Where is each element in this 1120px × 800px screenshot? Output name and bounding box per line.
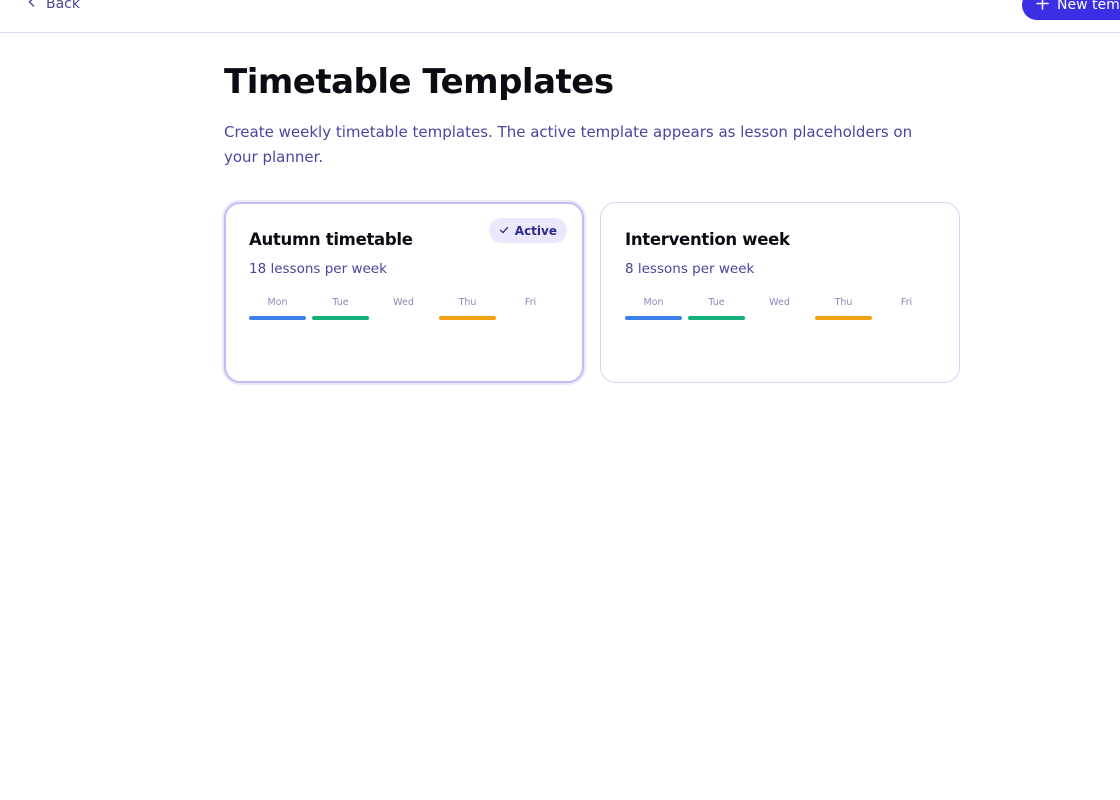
- day-label: Mon: [643, 297, 664, 308]
- day-label: Tue: [332, 297, 349, 308]
- top-bar: Back New template: [0, 0, 1120, 33]
- day-tue: Tue: [688, 297, 745, 320]
- check-icon: [499, 224, 509, 238]
- day-fri: Fri: [502, 297, 559, 309]
- chevron-left-icon: [26, 0, 38, 12]
- template-card-autumn[interactable]: Autumn timetable Active 18 lessons per w…: [224, 202, 584, 383]
- day-wed: Wed: [751, 297, 808, 309]
- day-label: Thu: [458, 297, 477, 308]
- card-title: Intervention week: [625, 230, 790, 249]
- day-mon: Mon: [625, 297, 682, 320]
- day-label: Thu: [834, 297, 853, 308]
- day-bar-thu: [439, 316, 496, 320]
- day-label: Fri: [524, 297, 537, 308]
- active-badge: Active: [488, 218, 567, 243]
- day-bar-mon: [625, 316, 682, 320]
- day-label: Wed: [769, 297, 790, 308]
- day-thu: Thu: [439, 297, 496, 320]
- day-bar-tue: [312, 316, 369, 320]
- template-card-intervention[interactable]: Intervention week 8 lessons per week Mon…: [600, 202, 960, 383]
- day-label: Fri: [900, 297, 913, 308]
- day-tue: Tue: [312, 297, 369, 320]
- new-template-button[interactable]: New template: [1022, 0, 1120, 20]
- week-preview: Mon Tue Wed Thu Fri: [249, 297, 559, 327]
- day-bar-tue: [688, 316, 745, 320]
- day-mon: Mon: [249, 297, 306, 320]
- day-wed: Wed: [375, 297, 432, 309]
- plus-icon: [1036, 0, 1049, 14]
- back-label: Back: [46, 0, 80, 12]
- day-fri: Fri: [878, 297, 935, 309]
- day-bar-thu: [815, 316, 872, 320]
- day-label: Mon: [267, 297, 288, 308]
- card-title: Autumn timetable: [249, 230, 413, 249]
- day-label: Wed: [393, 297, 414, 308]
- lesson-count: 18 lessons per week: [249, 261, 387, 277]
- day-thu: Thu: [815, 297, 872, 320]
- new-template-label: New template: [1057, 0, 1120, 13]
- day-bar-mon: [249, 316, 306, 320]
- day-label: Tue: [708, 297, 725, 308]
- lesson-count: 8 lessons per week: [625, 261, 755, 277]
- active-badge-label: Active: [514, 223, 557, 238]
- page-title: Timetable Templates: [224, 62, 614, 102]
- back-link[interactable]: Back: [26, 0, 80, 12]
- page-description: Create weekly timetable templates. The a…: [224, 123, 913, 166]
- week-preview: Mon Tue Wed Thu Fri: [625, 297, 935, 327]
